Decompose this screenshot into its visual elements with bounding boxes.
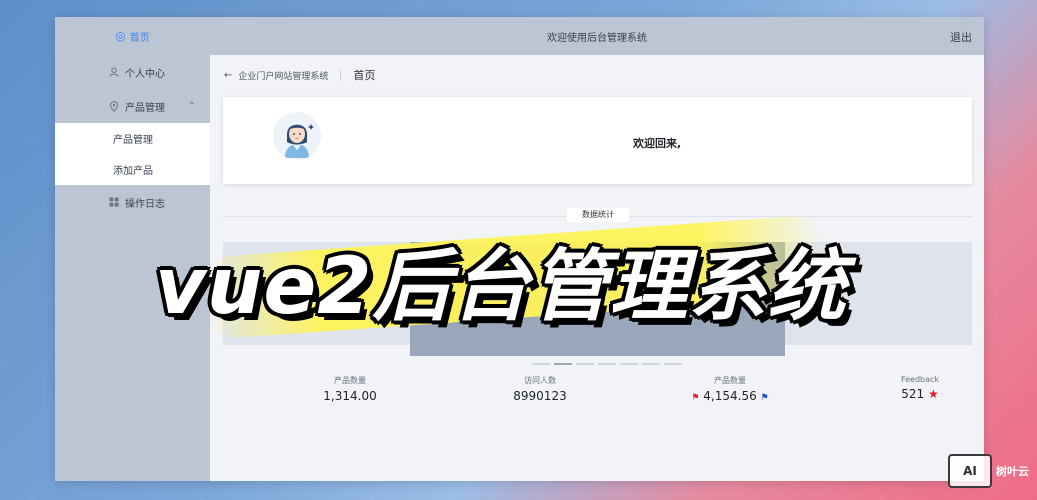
carousel-indicators (532, 363, 682, 365)
stat-item: Feedback 521 ★ (830, 375, 984, 401)
breadcrumb-current: 首页 (353, 69, 376, 82)
stat-value: 4,154.56 (703, 389, 757, 403)
ai-logo-icon: AI (948, 454, 992, 488)
home-icon: ◎ (115, 29, 126, 43)
stat-value: 1,314.00 (323, 389, 377, 403)
sidebar-item-label: 操作日志 (125, 198, 165, 210)
breadcrumb-divider (340, 69, 342, 81)
stat-value: 521 (901, 387, 925, 401)
stat-item: 产品数量 1,314.00 (260, 375, 440, 403)
carousel-dot[interactable] (598, 363, 616, 365)
submenu-item-label: 添加产品 (113, 166, 153, 177)
carousel-dot[interactable] (576, 363, 594, 365)
submenu-item-label: 产品管理 (113, 135, 153, 146)
stat-label: 访问人数 (524, 376, 556, 385)
stat-label: Feedback (900, 375, 940, 384)
welcome-text: 欢迎回来, (633, 137, 682, 150)
avatar (273, 112, 321, 160)
sidebar-item-profile[interactable]: 个人中心 (55, 55, 210, 89)
carousel-dot[interactable] (642, 363, 660, 365)
stat-label: 产品数量 (714, 376, 746, 385)
chevron-up-icon[interactable]: ⌃ (188, 101, 196, 112)
location-pin-icon (107, 100, 121, 112)
stat-value-row: 521 ★ (830, 387, 984, 401)
carousel-dot[interactable] (532, 363, 550, 365)
welcome-card: 欢迎回来, (223, 97, 972, 184)
submenu-item-add-product[interactable]: 添加产品 (55, 154, 210, 185)
sidebar-item-logs[interactable]: 操作日志 (55, 185, 210, 219)
stat-value-row: ⚑ 4,154.56 ⚑ (640, 389, 820, 403)
stat-label: 产品数量 (334, 376, 366, 385)
back-arrow-icon[interactable]: ← (224, 70, 232, 81)
grid-icon (107, 197, 121, 207)
stat-value: 8990123 (513, 389, 567, 403)
banner-title: vue2后台管理系统 (155, 242, 847, 332)
sidebar-item-home[interactable]: ◎ 首页 (55, 17, 210, 55)
sidebar-home-label: 首页 (129, 32, 150, 44)
watermark: AI 树叶云 (948, 454, 1029, 488)
breadcrumb: ← 企业门户网站管理系统 首页 (224, 67, 375, 83)
blue-flag-icon: ⚑ (760, 393, 769, 403)
carousel-dot[interactable] (664, 363, 682, 365)
sidebar-item-label: 产品管理 (125, 102, 165, 114)
stat-item: 产品数量 ⚑ 4,154.56 ⚑ (640, 375, 820, 403)
watermark-text: 树叶云 (996, 465, 1029, 478)
sidebar-item-label: 个人中心 (125, 68, 165, 80)
top-header: 欢迎使用后台管理系统 退出 (210, 17, 984, 55)
header-title: 欢迎使用后台管理系统 (547, 32, 647, 44)
sidebar-item-products[interactable]: 产品管理 ⌃ (55, 89, 210, 123)
submenu-item-product-manage[interactable]: 产品管理 (55, 123, 210, 154)
stats-row: 产品数量 1,314.00 访问人数 8990123 产品数量 ⚑ 4,154.… (210, 375, 984, 415)
logout-button[interactable]: 退出 (950, 29, 972, 45)
star-icon: ★ (927, 387, 939, 401)
red-flag-icon: ⚑ (691, 393, 700, 403)
carousel-dot[interactable] (554, 363, 572, 365)
breadcrumb-site[interactable]: 企业门户网站管理系统 (238, 69, 328, 82)
carousel-dot[interactable] (620, 363, 638, 365)
products-submenu: 产品管理 添加产品 (55, 123, 210, 185)
stat-item: 访问人数 8990123 (450, 375, 630, 403)
user-icon (107, 67, 121, 77)
title-banner: vue2后台管理系统 (135, 214, 905, 340)
